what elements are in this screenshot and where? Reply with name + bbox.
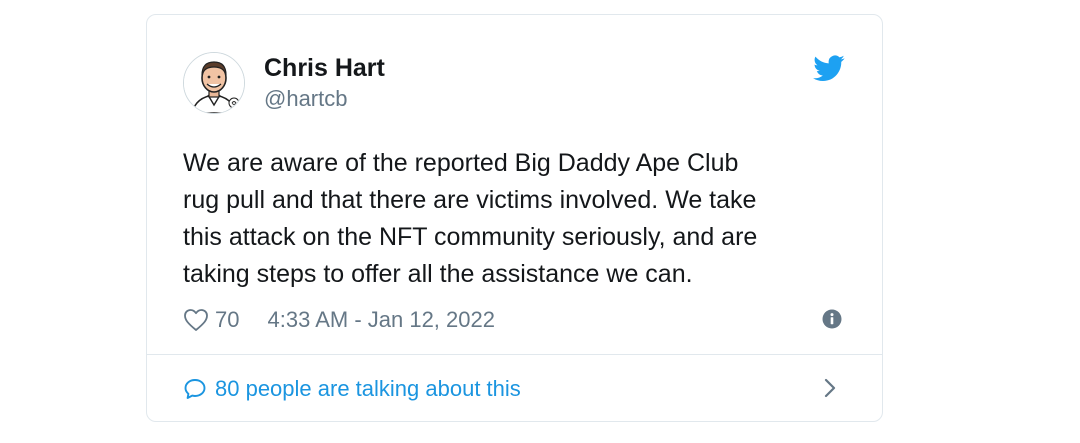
divider xyxy=(147,354,882,355)
like-count[interactable]: 70 xyxy=(215,307,239,333)
avatar[interactable] xyxy=(183,52,245,114)
twitter-bird-icon[interactable] xyxy=(813,55,845,82)
info-icon[interactable] xyxy=(822,309,842,329)
conversation-link[interactable]: 80 people are talking about this xyxy=(183,373,521,405)
chevron-right-icon[interactable] xyxy=(823,377,837,399)
tweet-meta: 70 4:33 AM - Jan 12, 2022 xyxy=(183,304,495,336)
conversation-label[interactable]: 80 people are talking about this xyxy=(215,376,521,402)
heart-icon[interactable] xyxy=(183,308,209,332)
author-handle[interactable]: @hartcb xyxy=(264,86,347,112)
tweet-timestamp[interactable]: 4:33 AM - Jan 12, 2022 xyxy=(267,307,495,333)
tweet-text: We are aware of the reported Big Daddy A… xyxy=(183,149,758,288)
author-name[interactable]: Chris Hart xyxy=(264,53,385,83)
tweet-card[interactable]: Chris Hart @hartcb We are aware of the r… xyxy=(146,14,883,422)
speech-bubble-icon xyxy=(184,379,206,399)
